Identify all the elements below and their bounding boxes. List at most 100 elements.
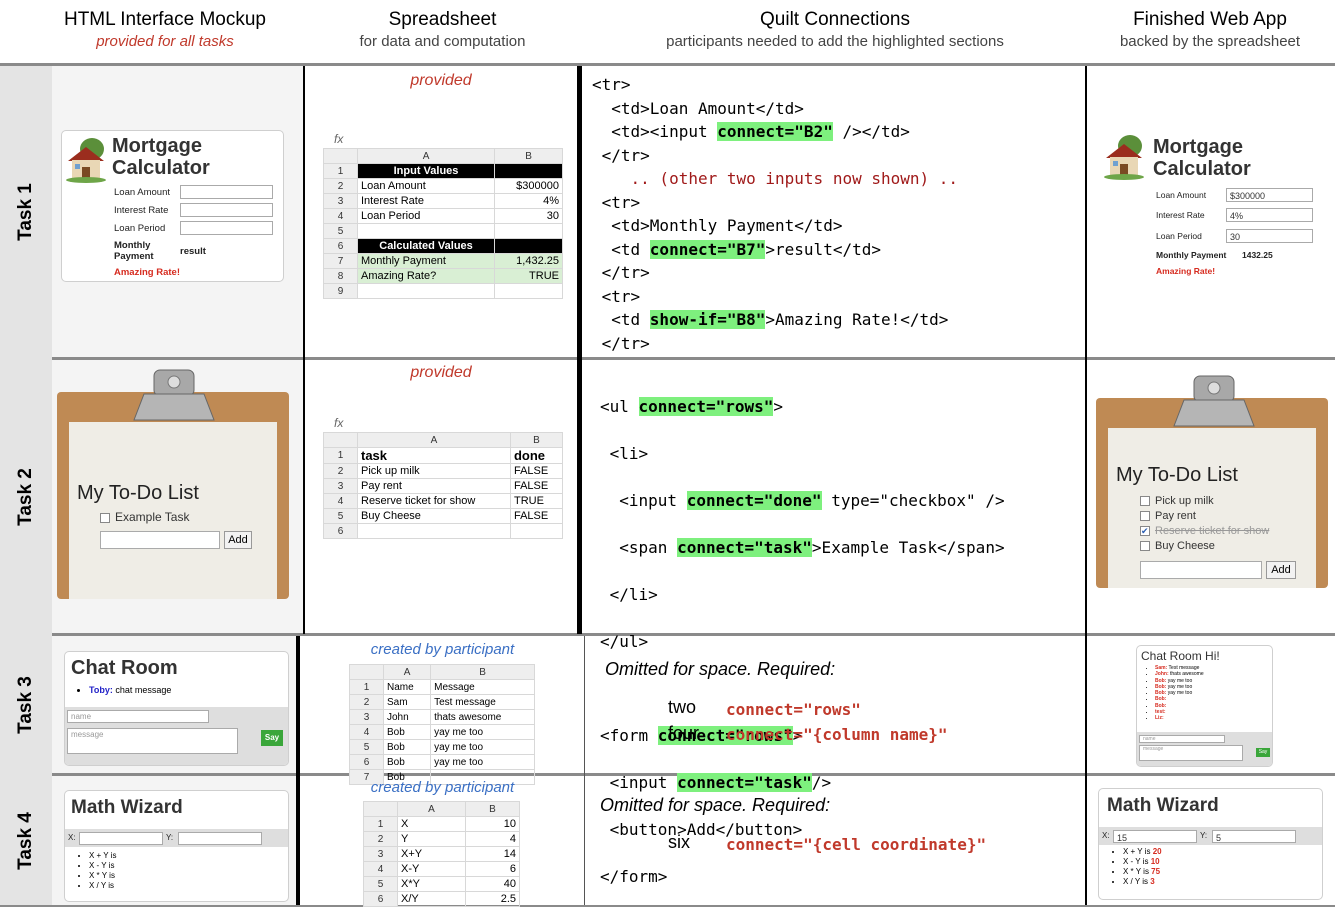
column-header[interactable]: B bbox=[430, 664, 535, 680]
row-number[interactable]: 2 bbox=[323, 178, 358, 194]
row-number[interactable]: 3 bbox=[349, 709, 384, 725]
column-header[interactable]: A bbox=[382, 664, 432, 680]
cell[interactable]: 4% bbox=[494, 193, 563, 209]
row-number[interactable]: 6 bbox=[323, 523, 358, 539]
cell[interactable]: Loan Amount bbox=[356, 178, 496, 194]
cell[interactable] bbox=[494, 238, 563, 254]
cell[interactable]: 14 bbox=[465, 846, 520, 862]
say-button[interactable]: Say bbox=[261, 730, 283, 746]
row-number[interactable]: 8 bbox=[323, 268, 358, 284]
cell[interactable]: Pay rent bbox=[357, 478, 511, 494]
cell[interactable]: task bbox=[357, 447, 511, 464]
cell[interactable]: $300000 bbox=[494, 178, 563, 194]
column-header[interactable]: A bbox=[396, 801, 467, 817]
cell[interactable]: X bbox=[396, 816, 467, 832]
cell[interactable]: Bob bbox=[382, 739, 432, 755]
checkbox[interactable]: ✔ bbox=[1140, 526, 1150, 537]
checkbox[interactable] bbox=[1140, 511, 1150, 522]
row-number[interactable]: 1 bbox=[323, 163, 358, 179]
row-number[interactable]: 6 bbox=[349, 754, 384, 770]
row-number[interactable]: 6 bbox=[323, 238, 358, 254]
cell[interactable] bbox=[357, 523, 511, 539]
row-number[interactable]: 5 bbox=[349, 739, 384, 755]
row-number[interactable]: 3 bbox=[323, 478, 358, 494]
message-input[interactable]: message bbox=[1139, 745, 1243, 761]
row-number[interactable]: 2 bbox=[363, 831, 398, 847]
cell[interactable]: Bob bbox=[382, 724, 432, 740]
y-input[interactable]: 5 bbox=[1212, 830, 1296, 843]
cell[interactable]: 2.5 bbox=[465, 891, 520, 907]
add-button[interactable]: Add bbox=[224, 531, 252, 549]
cell[interactable]: X*Y bbox=[396, 876, 467, 892]
column-header[interactable]: A bbox=[356, 148, 496, 164]
cell[interactable]: FALSE bbox=[509, 508, 564, 524]
row-number[interactable]: 4 bbox=[349, 724, 384, 740]
checkbox[interactable] bbox=[100, 512, 110, 523]
cell[interactable]: Input Values bbox=[356, 163, 496, 179]
row-number[interactable]: 1 bbox=[323, 447, 358, 464]
cell[interactable]: 4 bbox=[465, 831, 520, 847]
interest-rate-input[interactable] bbox=[180, 203, 273, 217]
row-number[interactable]: 4 bbox=[323, 493, 358, 509]
cell[interactable]: TRUE bbox=[509, 493, 564, 509]
cell[interactable]: Message bbox=[430, 679, 535, 695]
x-input[interactable]: 15 bbox=[1113, 830, 1197, 843]
cell[interactable]: Monthly Payment bbox=[356, 253, 496, 269]
cell[interactable]: FALSE bbox=[509, 463, 564, 479]
row-number[interactable]: 4 bbox=[323, 208, 358, 224]
row-number[interactable]: 5 bbox=[323, 508, 358, 524]
message-input[interactable]: message bbox=[67, 728, 238, 754]
cell[interactable]: X-Y bbox=[396, 861, 467, 877]
cell[interactable]: Sam bbox=[382, 694, 432, 710]
row-number[interactable]: 1 bbox=[349, 679, 384, 695]
column-header[interactable]: A bbox=[357, 432, 511, 448]
loan-period-input[interactable] bbox=[180, 221, 273, 235]
x-input[interactable] bbox=[79, 832, 163, 845]
cell[interactable]: X/Y bbox=[396, 891, 467, 907]
loan-amount-input[interactable]: $300000 bbox=[1226, 188, 1313, 202]
add-button[interactable]: Add bbox=[1266, 561, 1296, 579]
row-number[interactable]: 1 bbox=[363, 816, 398, 832]
say-button[interactable]: Say bbox=[1256, 748, 1270, 757]
cell[interactable]: yay me too bbox=[430, 754, 535, 770]
new-task-input[interactable] bbox=[1140, 561, 1262, 579]
row-number[interactable]: 5 bbox=[323, 223, 358, 239]
cell[interactable]: 30 bbox=[494, 208, 563, 224]
row-number[interactable]: 4 bbox=[363, 861, 398, 877]
cell[interactable]: Pick up milk bbox=[357, 463, 511, 479]
cell[interactable]: Interest Rate bbox=[356, 193, 496, 209]
cell[interactable]: FALSE bbox=[509, 478, 564, 494]
row-number[interactable]: 9 bbox=[323, 283, 358, 299]
cell[interactable] bbox=[494, 223, 563, 239]
cell[interactable] bbox=[494, 163, 563, 179]
row-number[interactable]: 3 bbox=[323, 193, 358, 209]
cell[interactable]: 1,432.25 bbox=[494, 253, 563, 269]
row-number[interactable]: 6 bbox=[363, 891, 398, 907]
cell[interactable] bbox=[356, 223, 496, 239]
cell[interactable]: Buy Cheese bbox=[357, 508, 511, 524]
cell[interactable]: John bbox=[382, 709, 432, 725]
cell[interactable]: 6 bbox=[465, 861, 520, 877]
cell[interactable]: Calculated Values bbox=[356, 238, 496, 254]
cell[interactable] bbox=[494, 283, 563, 299]
cell[interactable]: Reserve ticket for show bbox=[357, 493, 511, 509]
new-task-input[interactable] bbox=[100, 531, 220, 549]
cell[interactable] bbox=[356, 283, 496, 299]
cell[interactable]: yay me too bbox=[430, 739, 535, 755]
cell[interactable]: 10 bbox=[465, 816, 520, 832]
cell[interactable]: Test message bbox=[430, 694, 535, 710]
row-number[interactable]: 5 bbox=[363, 876, 398, 892]
y-input[interactable] bbox=[178, 832, 262, 845]
column-header[interactable]: B bbox=[494, 148, 563, 164]
cell[interactable]: yay me too bbox=[430, 724, 535, 740]
cell[interactable]: 40 bbox=[465, 876, 520, 892]
cell[interactable]: Bob bbox=[382, 754, 432, 770]
loan-amount-input[interactable] bbox=[180, 185, 273, 199]
row-number[interactable]: 7 bbox=[323, 253, 358, 269]
loan-period-input[interactable]: 30 bbox=[1226, 229, 1313, 243]
interest-rate-input[interactable]: 4% bbox=[1226, 208, 1313, 222]
row-number[interactable]: 2 bbox=[323, 463, 358, 479]
cell[interactable]: Name bbox=[382, 679, 432, 695]
column-header[interactable]: B bbox=[465, 801, 520, 817]
cell[interactable]: done bbox=[509, 447, 564, 464]
